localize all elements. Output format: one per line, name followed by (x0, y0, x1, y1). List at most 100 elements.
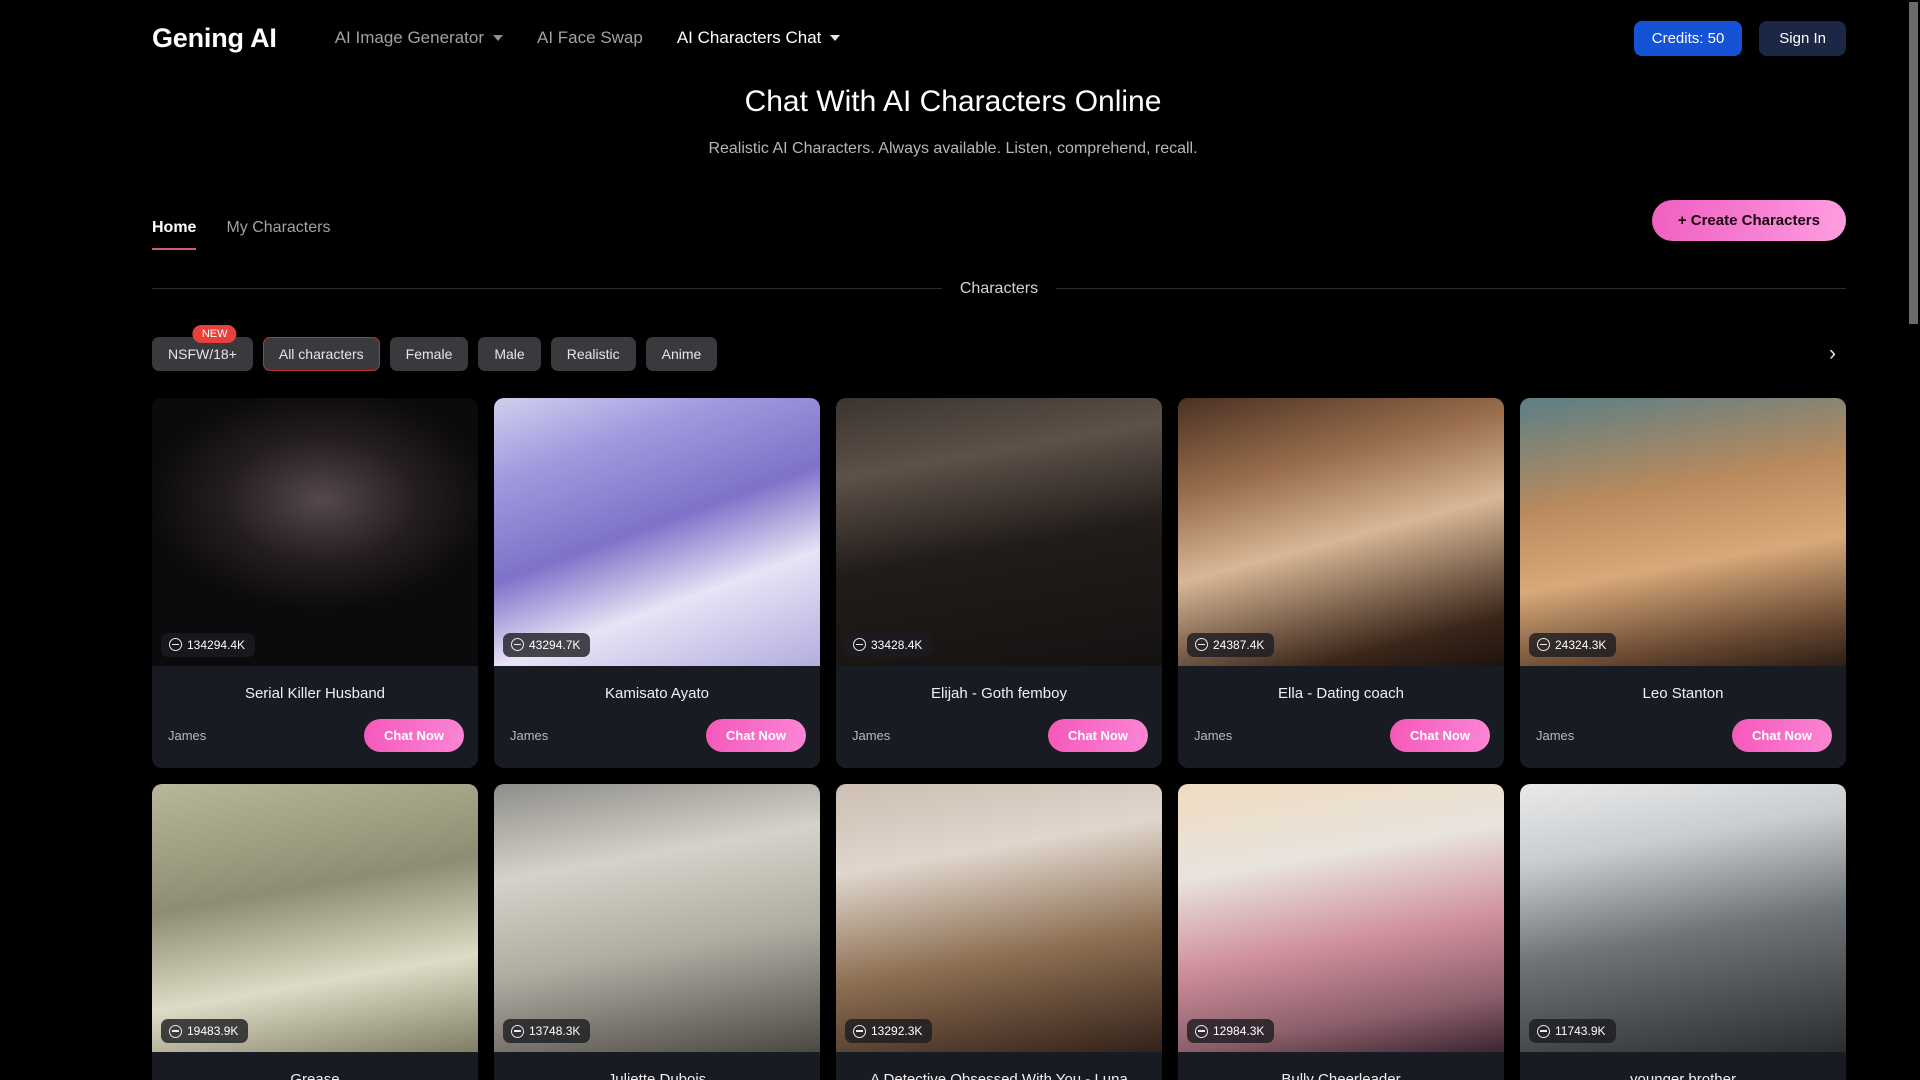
speech-bubble-icon (1537, 638, 1550, 651)
character-card[interactable]: 13748.3KJuliette DuboisJamesChat Now (494, 784, 820, 1080)
character-grid: 134294.4K Serial Killer Husband James Chat … (0, 397, 1906, 1080)
sign-in-button[interactable]: Sign In (1759, 20, 1846, 56)
chat-count-value: 19483.9K (187, 1024, 239, 1038)
filter-pill-label: Realistic (566, 345, 620, 362)
character-name: Kamisato Ayato (605, 684, 709, 702)
filter-pill-list: NSFW/18+ NEW All characters Female Male Reali… (152, 324, 718, 371)
character-card[interactable]: 33428.4K Elijah - Goth femboy James Chat No… (836, 397, 1162, 768)
divider-line-right (1056, 288, 1846, 289)
character-image[interactable]: 134294.4K (152, 397, 478, 666)
speech-bubble-icon (511, 1024, 524, 1038)
chat-count-value: 12984.3K (1213, 1024, 1265, 1038)
nav-link-label: AI Characters Chat (676, 28, 822, 47)
filter-pill-label: All characters (278, 345, 364, 362)
nav-link-label: AI Face Swap (537, 28, 643, 47)
character-image[interactable]: 24324.3K (1520, 397, 1846, 666)
character-name: Juliette Dubois (607, 1071, 707, 1080)
top-navigation-bar: Gening AI AI Image Generator AI Face Swap… (0, 0, 1906, 76)
nav-link-1[interactable]: AI Face Swap (537, 28, 643, 48)
filter-pill-0[interactable]: NSFW/18+ NEW (152, 324, 253, 371)
chat-now-button[interactable]: Chat Now (1048, 719, 1148, 752)
chat-count-badge: 33428.4K (845, 632, 933, 657)
character-name: Grease (290, 1071, 340, 1080)
nav-link-label: AI Image Generator (334, 28, 485, 47)
character-card-footer: James Chat Now (1178, 703, 1504, 768)
filter-pill-1[interactable]: All characters (262, 336, 380, 371)
character-author: James (852, 728, 891, 743)
character-name: Serial Killer Husband (244, 684, 386, 702)
speech-bubble-icon (853, 1024, 866, 1038)
page-subtitle: Realistic AI Characters. Always availabl… (708, 139, 1198, 157)
character-image[interactable]: 13748.3K (494, 784, 820, 1052)
tab-my-characters[interactable]: My Characters (226, 219, 330, 250)
credits-button[interactable]: Credits: 50 (1633, 20, 1743, 56)
character-image[interactable]: 13292.3K (836, 784, 1162, 1052)
hero-section: Chat With AI Characters Online Realistic… (0, 76, 1906, 158)
nav-link-0[interactable]: AI Image Generator (334, 28, 504, 48)
character-image[interactable]: 24387.4K (1178, 397, 1504, 666)
filter-pill-label: Female (405, 345, 453, 362)
tabs-row: Home My Characters + Create Characters (0, 192, 1906, 250)
chat-count-badge: 12984.3K (1187, 1019, 1275, 1043)
chat-count-value: 134294.4K (187, 637, 246, 652)
speech-bubble-icon (169, 638, 182, 651)
section-title: Characters (959, 279, 1039, 297)
tab-home[interactable]: Home (152, 219, 197, 250)
page-title: Chat With AI Characters Online (744, 85, 1162, 118)
chat-count-badge: 24387.4K (1187, 632, 1275, 657)
character-card[interactable]: 134294.4K Serial Killer Husband James Chat … (152, 397, 478, 768)
character-image[interactable]: 43294.7K (494, 397, 820, 666)
character-card[interactable]: 11743.9Kyounger brotherJamesChat Now (1520, 784, 1846, 1080)
character-card[interactable]: 43294.7K Kamisato Ayato James Chat Now (494, 397, 820, 768)
filter-pill-label: Male (494, 345, 525, 362)
chat-now-button[interactable]: Chat Now (1390, 719, 1490, 752)
chat-count-badge: 13292.3K (845, 1019, 933, 1043)
character-card[interactable]: 24324.3K Leo Stanton James Chat Now (1520, 397, 1846, 768)
character-card[interactable]: 13292.3K A Detective Obsessed With You - … (836, 784, 1162, 1080)
speech-bubble-icon (511, 638, 524, 651)
character-image[interactable]: 11743.9K (1520, 784, 1846, 1052)
nav-link-2[interactable]: AI Characters Chat (677, 28, 841, 48)
tab-list: Home My Characters (152, 192, 330, 250)
character-image[interactable]: 12984.3K (1178, 784, 1504, 1052)
scrollbar-thumb[interactable] (1909, 2, 1918, 324)
chat-now-button[interactable]: Chat Now (364, 719, 464, 752)
character-author: James (1194, 728, 1233, 743)
character-name: Leo Stanton (1642, 684, 1724, 702)
page-root: Gening AI AI Image Generator AI Face Swap… (0, 0, 1906, 1080)
chat-count-badge: 134294.4K (161, 632, 256, 657)
character-name: A Detective Obsessed With You - Luna (870, 1071, 1128, 1080)
character-name: Ella - Dating coach (1278, 684, 1404, 702)
character-image[interactable]: 33428.4K (836, 397, 1162, 666)
chat-count-badge: 24324.3K (1529, 632, 1617, 657)
create-characters-button[interactable]: + Create Characters (1651, 200, 1846, 241)
filter-pill-2[interactable]: Female (389, 336, 469, 371)
chat-now-button[interactable]: Chat Now (1732, 719, 1832, 752)
speech-bubble-icon (853, 638, 866, 651)
chevron-down-icon (830, 35, 841, 41)
character-card-footer: James Chat Now (836, 703, 1162, 768)
character-card-footer: James Chat Now (494, 703, 820, 768)
filter-pill-5[interactable]: Anime (645, 336, 718, 371)
vertical-scrollbar[interactable] (1906, 0, 1920, 1080)
chat-count-value: 24324.3K (1555, 637, 1607, 652)
brand-logo[interactable]: Gening AI (152, 23, 277, 54)
filter-pill-3[interactable]: Male (478, 336, 541, 371)
character-card[interactable]: 19483.9KGreaseJamesChat Now (152, 784, 478, 1080)
nav-right-actions: Credits: 50 Sign In (1633, 20, 1846, 56)
chevron-right-icon[interactable]: › (1819, 339, 1846, 368)
chat-count-badge: 19483.9K (161, 1019, 249, 1043)
new-badge: NEW (192, 324, 237, 343)
character-card[interactable]: 24387.4K Ella - Dating coach James Chat Now (1178, 397, 1504, 768)
character-name: younger brother (1630, 1071, 1736, 1080)
section-divider: Characters (0, 280, 1906, 298)
chat-count-badge: 11743.9K (1529, 1019, 1616, 1043)
chevron-down-icon (493, 35, 504, 41)
chat-count-value: 11743.9K (1555, 1024, 1606, 1038)
character-image[interactable]: 19483.9K (152, 784, 478, 1052)
chat-count-badge: 43294.7K (503, 632, 591, 657)
filter-pill-4[interactable]: Realistic (550, 336, 636, 371)
character-card[interactable]: 12984.3KBully CheerleaderJamesChat Now (1178, 784, 1504, 1080)
chat-now-button[interactable]: Chat Now (706, 719, 806, 752)
primary-nav: AI Image Generator AI Face Swap AI Charact… (335, 28, 841, 48)
